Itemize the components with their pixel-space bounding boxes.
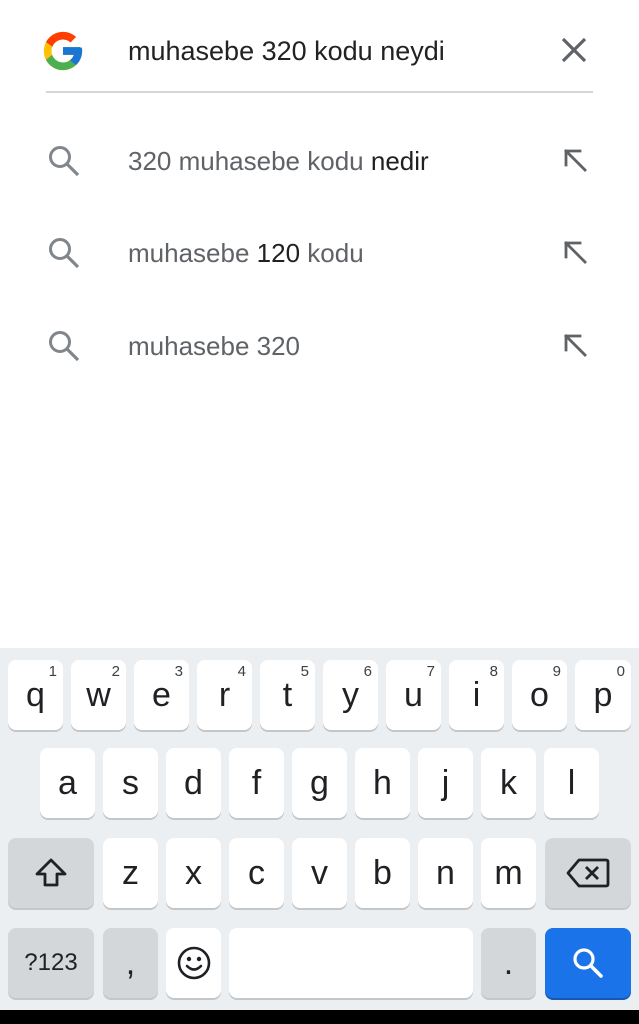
- key-hint: 1: [48, 663, 57, 680]
- key-e[interactable]: e3: [134, 660, 189, 730]
- search-bar: muhasebe 320 kodu neydi: [0, 0, 639, 93]
- google-logo-icon: [43, 31, 83, 71]
- suggestion-item[interactable]: muhasebe 320: [0, 306, 639, 386]
- arrow-up-left-icon[interactable]: [558, 235, 592, 269]
- emoji-key[interactable]: [166, 928, 221, 998]
- backspace-key[interactable]: [545, 838, 631, 908]
- key-hint: 5: [300, 663, 309, 680]
- shift-key[interactable]: [8, 838, 94, 908]
- suggestion-text: muhasebe 120 kodu: [128, 235, 364, 271]
- key-i[interactable]: i8: [449, 660, 504, 730]
- key-u[interactable]: u7: [386, 660, 441, 730]
- key-w[interactable]: w2: [71, 660, 126, 730]
- suggestion-text-match: nedir: [370, 146, 429, 176]
- key-label: q: [26, 676, 45, 714]
- search-key[interactable]: [545, 928, 631, 998]
- key-label: t: [282, 676, 293, 714]
- key-hint: 0: [616, 663, 625, 680]
- key-hint: 9: [552, 663, 561, 680]
- key-x[interactable]: x: [166, 838, 221, 908]
- key-o[interactable]: o9: [512, 660, 567, 730]
- suggestion-text-match: 120: [256, 238, 301, 268]
- emoji-icon: [177, 946, 210, 980]
- key-label: o: [530, 676, 549, 714]
- search-icon: [49, 146, 80, 177]
- key-b[interactable]: b: [355, 838, 410, 908]
- key-label: w: [86, 676, 111, 714]
- key-j[interactable]: j: [418, 748, 473, 818]
- key-c[interactable]: c: [229, 838, 284, 908]
- suggestion-text: 320 muhasebe kodu nedir: [128, 143, 429, 179]
- key-hint: 2: [111, 663, 120, 680]
- shift-icon: [35, 858, 67, 887]
- key-p[interactable]: p0: [575, 660, 631, 730]
- key-hint: 7: [426, 663, 435, 680]
- key-s[interactable]: s: [103, 748, 158, 818]
- key-hint: 4: [237, 663, 246, 680]
- key-label: i: [472, 676, 481, 714]
- suggestion-text-part: muhasebe 320: [128, 331, 301, 361]
- key-n[interactable]: n: [418, 838, 473, 908]
- key-a[interactable]: a: [40, 748, 95, 818]
- key-z[interactable]: z: [103, 838, 158, 908]
- key-k[interactable]: k: [481, 748, 536, 818]
- close-icon[interactable]: [556, 32, 592, 68]
- key-q[interactable]: q1: [8, 660, 63, 730]
- arrow-up-left-icon[interactable]: [558, 143, 592, 177]
- key-hint: 8: [489, 663, 498, 680]
- key-label: e: [152, 676, 171, 714]
- keyboard: q1 w2 e3 r4 t5 y6 u7 i8 o9 p0 a s d f g …: [0, 648, 639, 1024]
- key-m[interactable]: m: [481, 838, 536, 908]
- key-r[interactable]: r4: [197, 660, 252, 730]
- key-label: y: [342, 676, 359, 714]
- suggestion-text-part: 320 muhasebe kodu: [128, 146, 371, 176]
- suggestion-item[interactable]: muhasebe 120 kodu: [0, 213, 639, 293]
- search-icon: [49, 331, 80, 362]
- suggestion-item[interactable]: 320 muhasebe kodu nedir: [0, 121, 639, 201]
- key-l[interactable]: l: [544, 748, 599, 818]
- comma-key[interactable]: ,: [103, 928, 158, 998]
- backspace-icon: [566, 858, 610, 888]
- suggestion-text: muhasebe 320: [128, 328, 300, 364]
- key-d[interactable]: d: [166, 748, 221, 818]
- suggestion-text-part: kodu: [300, 238, 364, 268]
- key-t[interactable]: t5: [260, 660, 315, 730]
- key-f[interactable]: f: [229, 748, 284, 818]
- key-label: r: [218, 676, 231, 714]
- symbols-key[interactable]: ?123: [8, 928, 94, 998]
- key-v[interactable]: v: [292, 838, 347, 908]
- suggestion-text-part: muhasebe: [128, 238, 257, 268]
- space-key[interactable]: [229, 928, 473, 998]
- key-hint: 3: [174, 663, 183, 680]
- key-y[interactable]: y6: [323, 660, 378, 730]
- navigation-bar: [0, 1010, 639, 1024]
- search-icon: [573, 948, 603, 978]
- arrow-up-left-icon[interactable]: [558, 328, 592, 362]
- key-g[interactable]: g: [292, 748, 347, 818]
- search-icon: [49, 238, 80, 269]
- key-label: p: [593, 676, 613, 714]
- search-input[interactable]: muhasebe 320 kodu neydi: [128, 32, 445, 70]
- key-hint: 6: [363, 663, 372, 680]
- search-divider: [46, 91, 593, 93]
- key-label: u: [404, 676, 423, 714]
- key-h[interactable]: h: [355, 748, 410, 818]
- period-key[interactable]: .: [481, 928, 536, 998]
